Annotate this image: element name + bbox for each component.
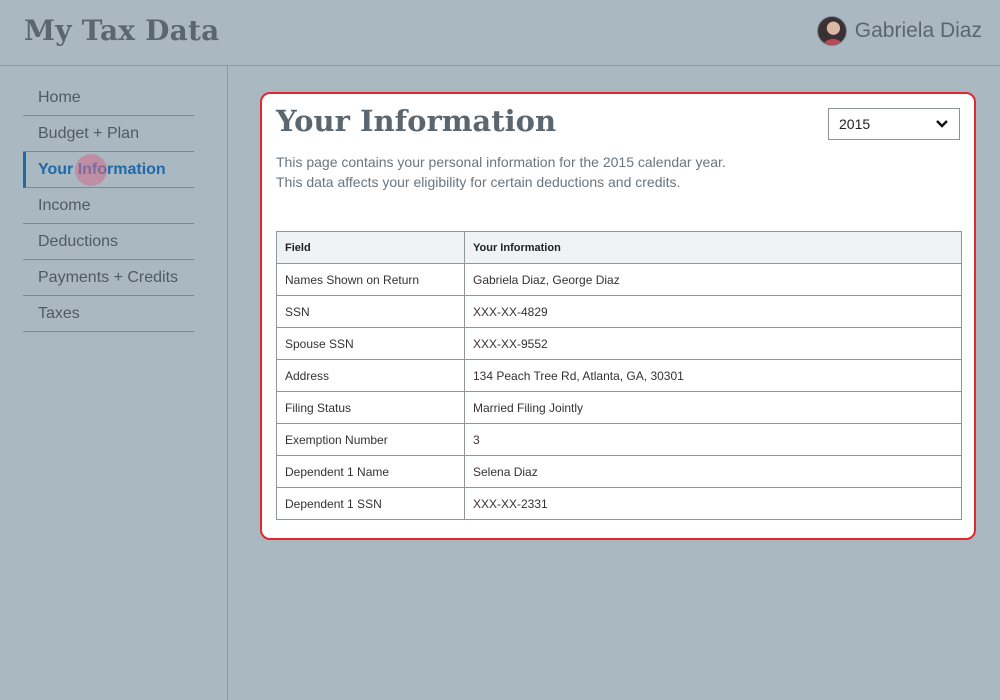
value-cell: 3 [464,423,962,456]
table-row: Dependent 1 SSN XXX-XX-2331 [276,487,962,520]
value-cell: XXX-XX-2331 [464,487,962,520]
sidebar-nav: Home Budget + Plan Your Information Inco… [23,80,194,332]
app-header: My Tax Data Gabriela Diaz [0,0,1000,66]
field-cell: Names Shown on Return [276,263,465,296]
page-title: Your Information [276,104,557,138]
sidebar-item-payments-credits[interactable]: Payments + Credits [23,260,194,296]
user-menu[interactable]: Gabriela Diaz [816,16,982,46]
chevron-down-icon [935,117,949,131]
field-cell: Dependent 1 Name [276,455,465,488]
table-row: Exemption Number 3 [276,423,962,456]
value-cell: Selena Diaz [464,455,962,488]
avatar[interactable] [816,16,847,46]
value-cell: Married Filing Jointly [464,391,962,424]
sidebar: Home Budget + Plan Your Information Inco… [0,66,228,700]
page-description: This page contains your personal informa… [276,152,836,192]
user-name[interactable]: Gabriela Diaz [855,19,982,43]
table-row: Address 134 Peach Tree Rd, Atlanta, GA, … [276,359,962,392]
value-cell: Gabriela Diaz, George Diaz [464,263,962,296]
column-header-field: Field [276,231,465,264]
sidebar-item-income[interactable]: Income [23,188,194,224]
sidebar-item-label: Deductions [38,232,119,250]
table-header-row: Field Your Information [276,231,962,264]
sidebar-item-label: Payments + Credits [38,268,179,286]
sidebar-item-label: Home [38,88,81,106]
sidebar-item-label: Income [38,196,91,214]
sidebar-item-deductions[interactable]: Deductions [23,224,194,260]
information-table: Field Your Information Names Shown on Re… [276,231,962,520]
table-row: Dependent 1 Name Selena Diaz [276,455,962,488]
year-select-value: 2015 [839,116,871,132]
sidebar-item-home[interactable]: Home [23,80,194,116]
sidebar-item-taxes[interactable]: Taxes [23,296,194,332]
description-line: This data affects your eligibility for c… [276,174,681,190]
field-cell: Spouse SSN [276,327,465,360]
sidebar-item-label: Your Information [38,160,166,178]
table-row: Filing Status Married Filing Jointly [276,391,962,424]
description-line: This page contains your personal informa… [276,154,726,170]
sidebar-item-budget-plan[interactable]: Budget + Plan [23,116,194,152]
field-cell: Address [276,359,465,392]
value-cell: XXX-XX-9552 [464,327,962,360]
sidebar-item-label: Taxes [38,304,80,322]
table-row: SSN XXX-XX-4829 [276,295,962,328]
year-select[interactable]: 2015 [828,108,960,140]
field-cell: SSN [276,295,465,328]
value-cell: 134 Peach Tree Rd, Atlanta, GA, 30301 [464,359,962,392]
sidebar-item-your-information[interactable]: Your Information [23,152,194,188]
table-row: Names Shown on Return Gabriela Diaz, Geo… [276,263,962,296]
sidebar-item-label: Budget + Plan [38,124,139,142]
field-cell: Dependent 1 SSN [276,487,465,520]
column-header-your-information: Your Information [464,231,962,264]
field-cell: Exemption Number [276,423,465,456]
field-cell: Filing Status [276,391,465,424]
table-row: Spouse SSN XXX-XX-9552 [276,327,962,360]
app-title: My Tax Data [24,14,220,47]
information-card: Your Information 2015 This page contains… [260,92,976,540]
value-cell: XXX-XX-4829 [464,295,962,328]
